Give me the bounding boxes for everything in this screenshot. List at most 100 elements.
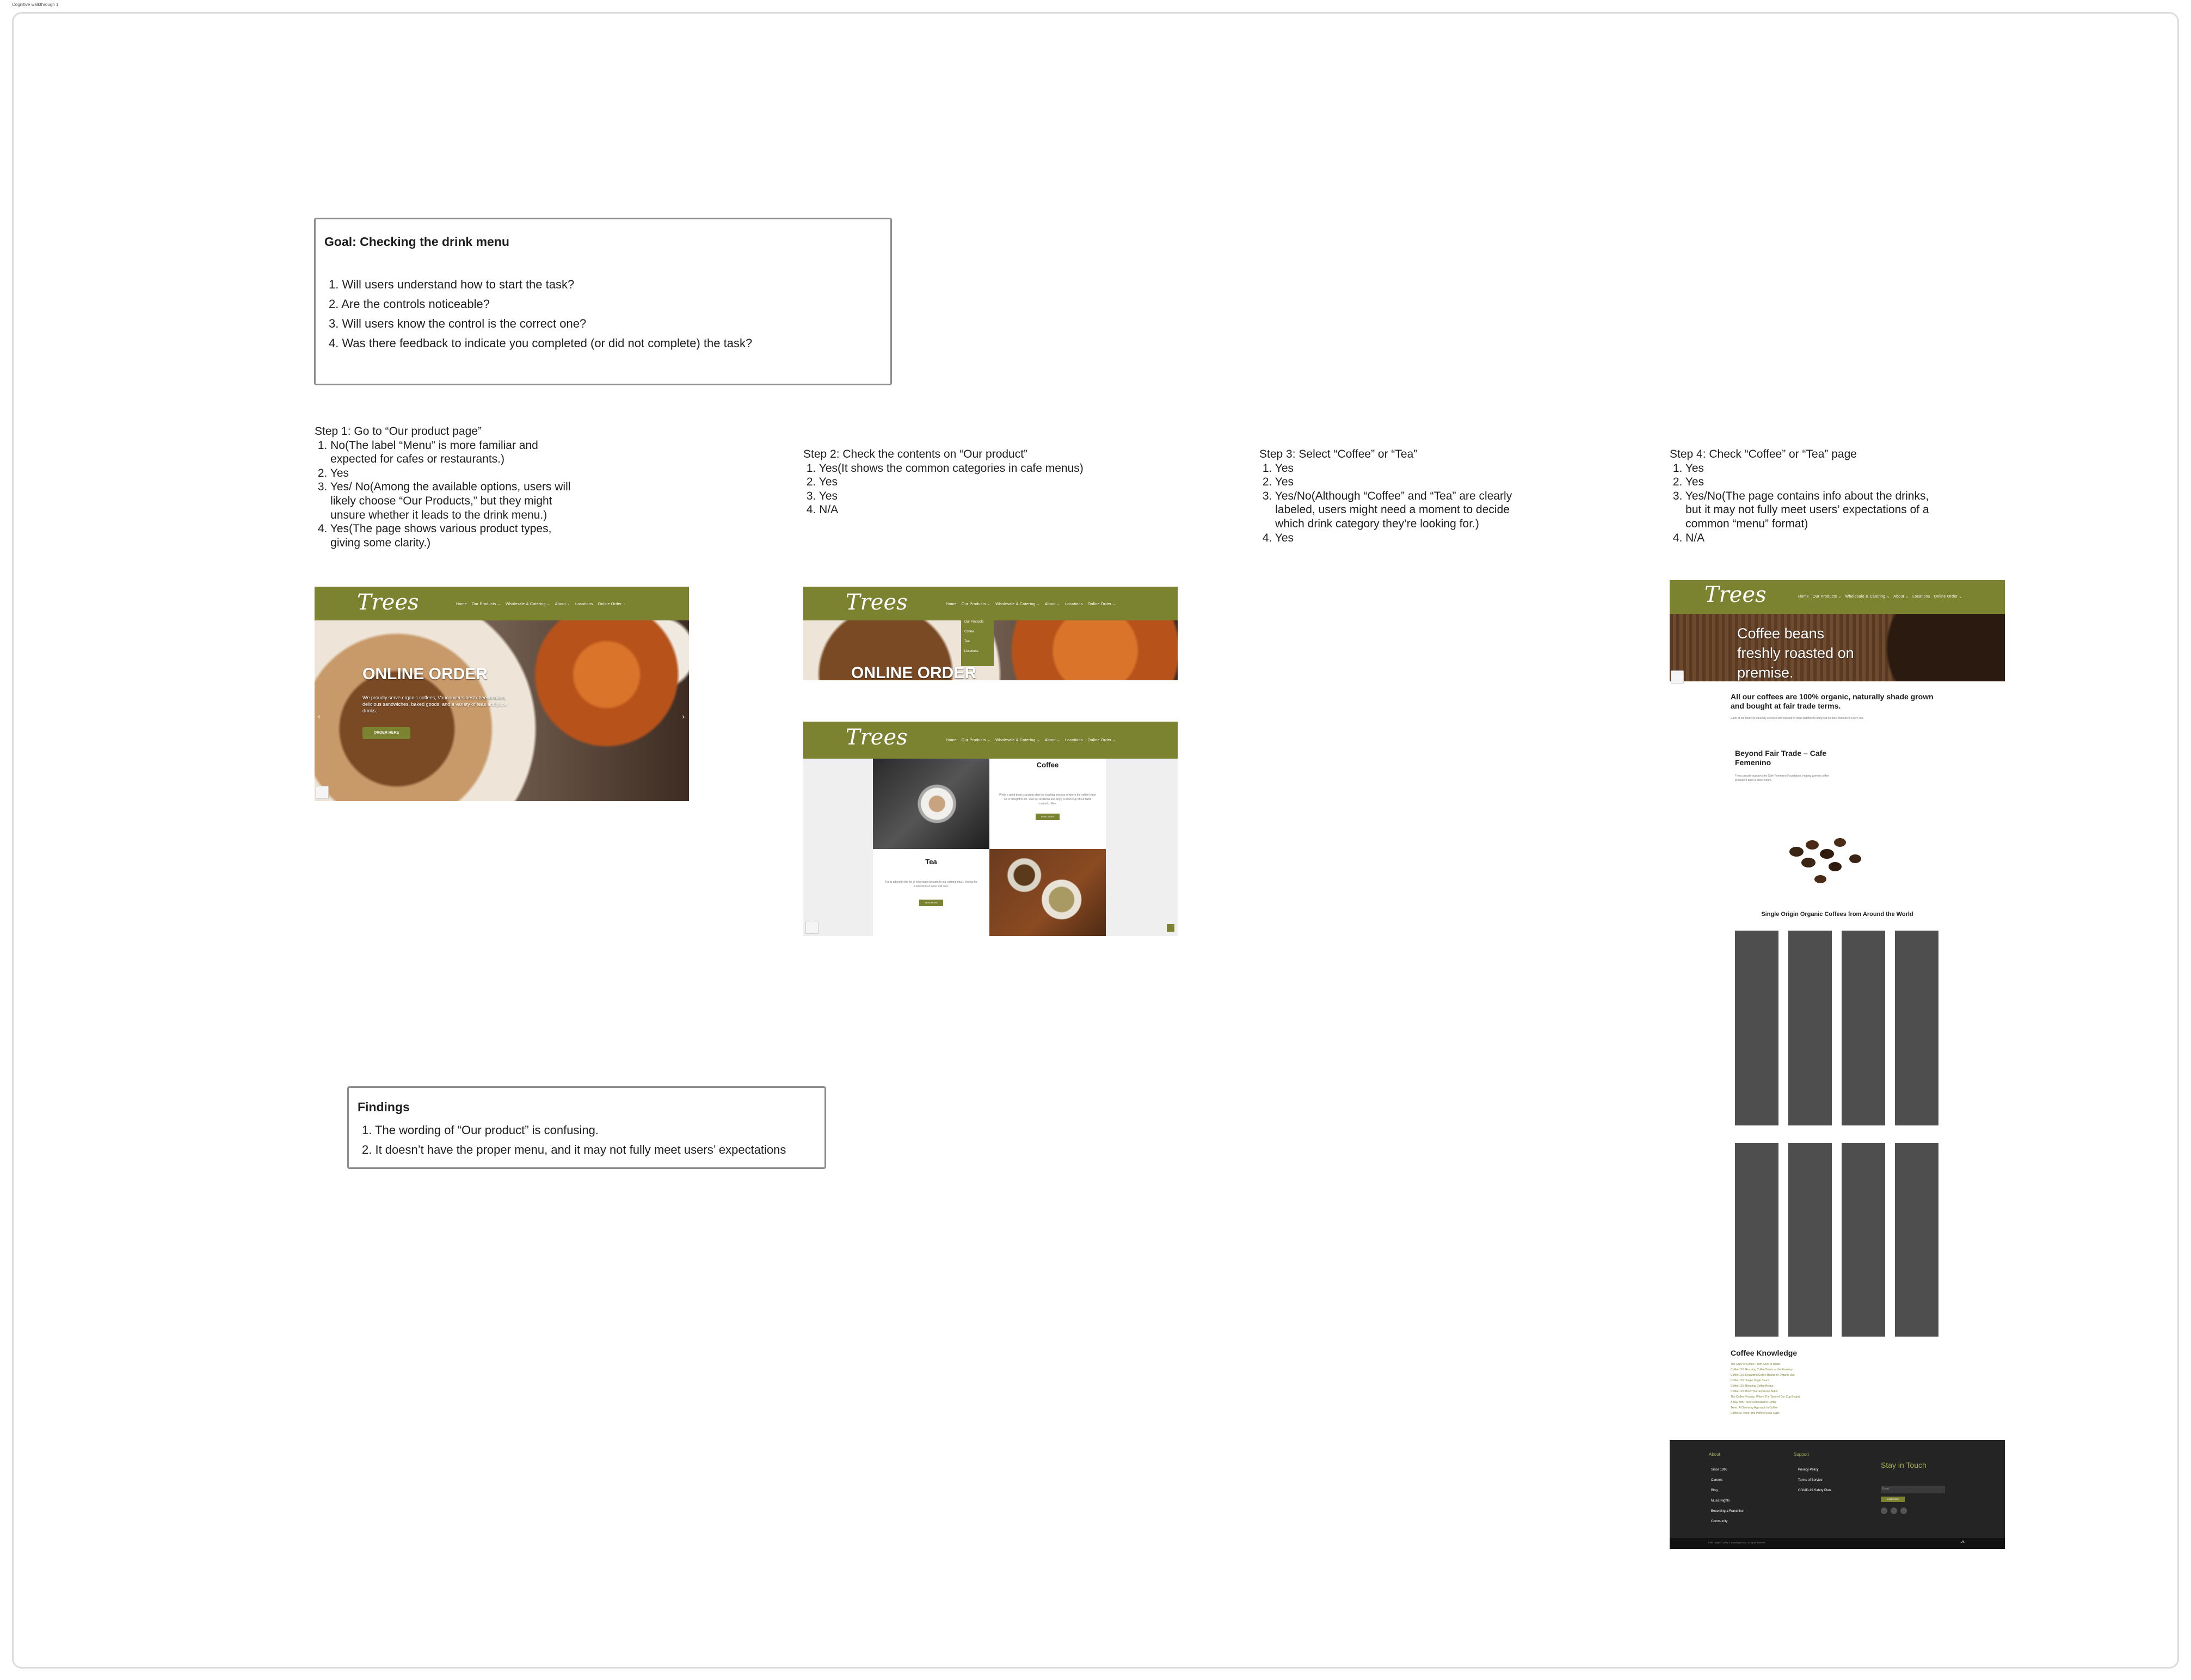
footer-link[interactable]: Blog xyxy=(1711,1486,1744,1496)
coffee-card[interactable] xyxy=(1788,1143,1832,1337)
step-line: 1. Yes xyxy=(1259,461,1294,475)
coffee-card[interactable] xyxy=(1842,931,1885,1125)
knowledge-link[interactable]: The Coffee Process: Where The Taste of O… xyxy=(1731,1394,1800,1400)
step-title: Step 1: Go to “Our product page” xyxy=(315,425,482,438)
step-line: 3. Yes xyxy=(803,489,838,502)
site-logo: Trees xyxy=(357,590,419,615)
goal-title: Goal: Checking the drink menu xyxy=(324,235,509,249)
nav-link[interactable]: Our Products ⌄ xyxy=(962,739,990,742)
site-nav: Home Our Products ⌄ Wholesale & Catering… xyxy=(946,738,1116,742)
step-4-notes: Step 4: Check “Coffee” or “Tea” page 1. … xyxy=(1670,447,1996,545)
nav-link[interactable]: Locations xyxy=(1065,739,1083,742)
nav-link[interactable]: About ⌄ xyxy=(1045,602,1060,606)
nav-link[interactable]: Online Order ⌄ xyxy=(598,602,626,606)
nav-link[interactable]: Online Order ⌄ xyxy=(1088,602,1116,606)
tea-text: Tea is added to the list of beverages br… xyxy=(885,881,977,888)
nav-link[interactable]: About ⌄ xyxy=(1893,595,1909,599)
knowledge-link[interactable]: The Story of Coffee: From Seed to Roast xyxy=(1731,1362,1800,1367)
tea-image xyxy=(989,849,1106,936)
step-1-notes: Step 1: Go to “Our product page” 1. No(T… xyxy=(315,424,619,550)
instagram-icon[interactable] xyxy=(1900,1507,1907,1514)
nav-link[interactable]: Online Order ⌄ xyxy=(1088,739,1116,742)
footer-link[interactable]: Community xyxy=(1711,1517,1744,1527)
knowledge-link[interactable]: Coffee at Trees: The Perfect Swap Cups xyxy=(1731,1411,1800,1416)
goal-question: Was there feedback to indicate you compl… xyxy=(329,334,752,353)
knowledge-link[interactable]: Coffee 101: Decanting Coffee Beans for O… xyxy=(1731,1373,1800,1378)
recaptcha-icon xyxy=(805,921,818,934)
coffee-title: Coffee xyxy=(1036,761,1059,769)
coffee-card[interactable]: Coffee While a good bean is a great star… xyxy=(989,759,1106,849)
tea-read-more-button[interactable]: READ MORE xyxy=(919,900,943,906)
carousel-prev-icon[interactable]: ‹ xyxy=(318,712,321,721)
twitter-icon[interactable] xyxy=(1891,1507,1897,1514)
nav-link[interactable]: Home xyxy=(946,739,957,742)
step-line: 1. Yes xyxy=(1670,461,1704,475)
coffee-hero-title: Coffee beans freshly roasted on premise. xyxy=(1737,625,1854,681)
footer-link[interactable]: Becoming a Franchise xyxy=(1711,1506,1744,1517)
tea-card[interactable]: Tea Tea is added to the list of beverage… xyxy=(873,849,989,936)
nav-link[interactable]: Home xyxy=(1798,595,1809,599)
footer-link[interactable]: Music Nights xyxy=(1711,1496,1744,1506)
site-footer: About Since 1996 Careers Blog Music Nigh… xyxy=(1670,1440,2005,1549)
nav-link[interactable]: Locations xyxy=(575,602,593,606)
coffee-card[interactable] xyxy=(1842,1143,1885,1337)
step-line: 4. N/A xyxy=(803,503,839,516)
tea-title: Tea xyxy=(925,858,937,866)
coffee-card[interactable] xyxy=(1895,931,1938,1125)
knowledge-link[interactable]: Coffee 101: Brew Your Espresso Better xyxy=(1731,1389,1800,1394)
step-line: but it may not fully meet users’ expecta… xyxy=(1670,503,1929,516)
scroll-top-icon[interactable] xyxy=(1167,924,1174,932)
nav-link[interactable]: Wholesale & Catering ⌄ xyxy=(506,602,550,606)
nav-link[interactable]: Locations xyxy=(1065,602,1083,606)
nav-link[interactable]: Our Products ⌄ xyxy=(472,602,501,606)
knowledge-link[interactable]: Coffee 101: Blending Coffee Beans xyxy=(1731,1383,1800,1389)
step-line: 1. No(The label “Menu” is more familiar … xyxy=(315,439,538,452)
dropdown-item-coffee[interactable]: Coffee xyxy=(964,630,990,633)
knowledge-link[interactable]: Trees: A Chemistry Approach to Coffee xyxy=(1731,1405,1800,1411)
footer-link[interactable]: Since 1996 xyxy=(1711,1465,1744,1475)
knowledge-link[interactable]: Coffee 101: Roasting Coffee Beans at the… xyxy=(1731,1367,1800,1373)
step-line: 3. Yes/ No(Among the available options, … xyxy=(315,481,571,494)
nav-link[interactable]: Online Order ⌄ xyxy=(1934,595,1962,599)
site-logo: Trees xyxy=(1704,582,1767,607)
coffee-card[interactable] xyxy=(1788,931,1832,1125)
coffee-card[interactable] xyxy=(1895,1143,1938,1337)
footer-link[interactable]: Privacy Policy xyxy=(1798,1465,1831,1475)
goal-questions: Will users understand how to start the t… xyxy=(329,275,752,353)
nav-link[interactable]: About ⌄ xyxy=(1045,739,1060,742)
facebook-icon[interactable] xyxy=(1881,1507,1887,1514)
nav-link[interactable]: Wholesale & Catering ⌄ xyxy=(995,602,1040,606)
footer-bottom-bar: Trees Organic Coffee & Roasting House. A… xyxy=(1670,1538,2005,1549)
footer-link[interactable]: COVID-19 Safety Plan xyxy=(1798,1486,1831,1496)
nav-link[interactable]: Our Products ⌄ xyxy=(1813,595,1842,599)
back-to-top-icon[interactable]: ^ xyxy=(1961,1539,1965,1547)
findings-list: The wording of “Our product” is confusin… xyxy=(362,1121,786,1160)
findings-box: Findings The wording of “Our product” is… xyxy=(347,1086,826,1169)
nav-link[interactable]: Locations xyxy=(1912,595,1930,599)
coffee-read-more-button[interactable]: READ MORE xyxy=(1036,814,1060,820)
nav-link[interactable]: Home xyxy=(456,602,467,606)
knowledge-link[interactable]: A Day with Trees: Dedicated to Coffee xyxy=(1731,1400,1800,1405)
nav-link[interactable]: Home xyxy=(946,602,957,606)
coffee-card[interactable] xyxy=(1735,931,1778,1125)
dropdown-item[interactable]: Locations xyxy=(964,650,990,653)
step-line: 3. Yes/No(Although “Coffee” and “Tea” ar… xyxy=(1259,489,1512,502)
nav-link[interactable]: About ⌄ xyxy=(555,602,570,606)
nav-link[interactable]: Our Products ⌄ xyxy=(962,602,990,606)
nav-link[interactable]: Wholesale & Catering ⌄ xyxy=(995,739,1040,742)
footer-link[interactable]: Terms of Service xyxy=(1798,1475,1831,1486)
newsletter-email-input[interactable]: Email xyxy=(1881,1486,1945,1493)
footer-link[interactable]: Careers xyxy=(1711,1475,1744,1486)
order-here-button[interactable]: ORDER HERE xyxy=(362,727,410,739)
nav-link[interactable]: Wholesale & Catering ⌄ xyxy=(1845,595,1890,599)
step-line: 2. Yes xyxy=(1670,476,1704,489)
carousel-next-icon[interactable]: › xyxy=(682,712,685,721)
subscribe-button[interactable]: SUBSCRIBE xyxy=(1881,1497,1905,1502)
knowledge-link[interactable]: Coffee 101: Single Origin Beans xyxy=(1731,1378,1800,1383)
dropdown-item[interactable]: Our Products xyxy=(964,620,990,624)
hero-subtitle: We proudly serve organic coffees, Vancou… xyxy=(362,695,507,713)
coffee-card[interactable] xyxy=(1735,1143,1778,1337)
organic-text: Each of our beans is carefully selected … xyxy=(1731,717,1864,720)
step-line: 2. Yes xyxy=(315,466,349,479)
dropdown-item-tea[interactable]: Tea xyxy=(964,640,990,643)
